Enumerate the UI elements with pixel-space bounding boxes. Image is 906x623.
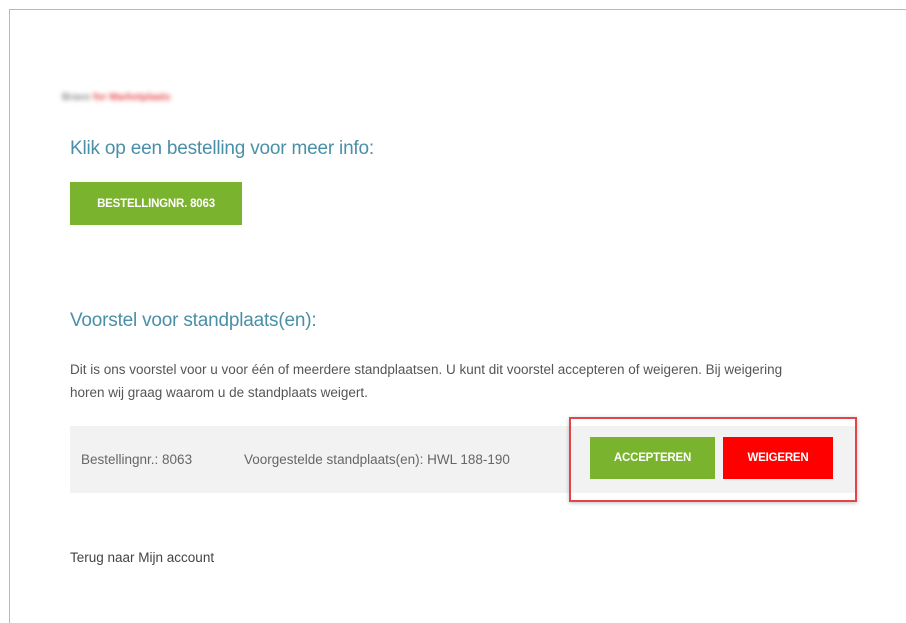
proposal-intro-text: Dit is ons voorstel voor u voor één of m… xyxy=(70,362,783,400)
proposal-heading: Voorstel voor standplaats(en): xyxy=(70,310,317,331)
accept-button[interactable]: ACCEPTEREN xyxy=(590,437,715,479)
breadcrumb-part-1: Bravo xyxy=(62,92,91,103)
order-8063-button[interactable]: BESTELLINGNR. 8063 xyxy=(70,182,242,225)
orders-heading: Klik op een bestelling voor meer info: xyxy=(70,138,374,159)
breadcrumb-part-2: for Marketplaats xyxy=(93,92,171,103)
proposal-order-number: Bestellingnr.: 8063 xyxy=(81,452,193,467)
proposal-spots: Voorgestelde standplaats(en): HWL 188-19… xyxy=(244,452,510,467)
back-to-account-link[interactable]: Terug naar Mijn account xyxy=(70,550,214,565)
breadcrumb: Bravo for Marketplaats xyxy=(62,92,170,104)
decline-button[interactable]: WEIGEREN xyxy=(723,437,833,479)
